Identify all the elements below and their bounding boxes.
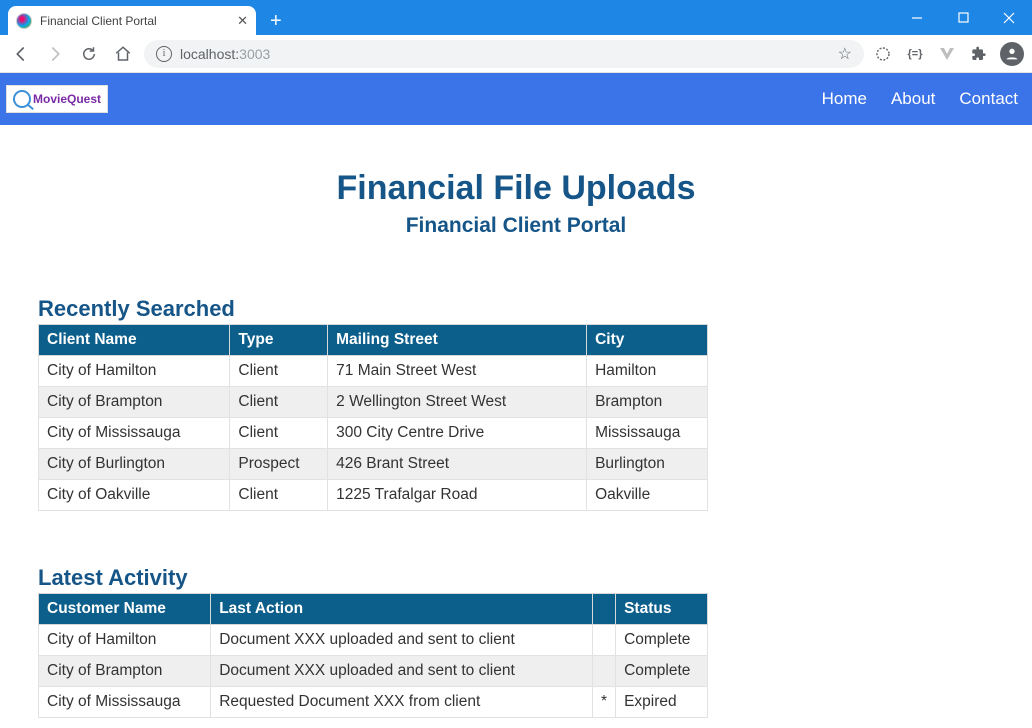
table-cell: 300 City Centre Drive xyxy=(328,418,587,449)
magnifier-icon xyxy=(13,90,31,108)
table-row[interactable]: City of MississaugaClient300 City Centre… xyxy=(39,418,708,449)
extension-v-icon[interactable] xyxy=(936,43,958,65)
table-cell: Mississauga xyxy=(587,418,708,449)
reload-button[interactable] xyxy=(76,41,102,67)
activity-heading: Latest Activity xyxy=(38,565,994,591)
table-row[interactable]: City of OakvilleClient1225 Trafalgar Roa… xyxy=(39,480,708,511)
col-client-name: Client Name xyxy=(39,325,230,356)
col-city: City xyxy=(587,325,708,356)
close-window-button[interactable] xyxy=(986,0,1032,35)
table-cell: City of Brampton xyxy=(39,656,211,687)
close-tab-button[interactable]: ✕ xyxy=(237,13,248,29)
table-cell: Prospect xyxy=(230,449,328,480)
recent-heading: Recently Searched xyxy=(38,296,994,322)
page-title: Financial File Uploads xyxy=(38,169,994,208)
browser-toolbar: i localhost:3003 ☆ {=} xyxy=(0,35,1032,73)
profile-avatar[interactable] xyxy=(1000,42,1024,66)
col-type: Type xyxy=(230,325,328,356)
toolbar-right-icons: {=} xyxy=(872,42,1024,66)
bookmark-star-icon[interactable]: ☆ xyxy=(838,44,852,64)
app-navbar: MovieQuest Home About Contact xyxy=(0,73,1032,125)
table-cell: Client xyxy=(230,356,328,387)
table-cell: Expired xyxy=(616,687,708,718)
tab-strip: Financial Client Portal ✕ + xyxy=(0,0,1032,35)
table-cell: City of Hamilton xyxy=(39,625,211,656)
col-last-action: Last Action xyxy=(211,594,593,625)
table-cell xyxy=(593,625,616,656)
table-row[interactable]: City of BurlingtonProspect426 Brant Stre… xyxy=(39,449,708,480)
nav-links: Home About Contact xyxy=(822,89,1026,109)
page-content: Financial File Uploads Financial Client … xyxy=(0,125,1032,718)
nav-link-about[interactable]: About xyxy=(891,89,935,109)
table-cell: Document XXX uploaded and sent to client xyxy=(211,656,593,687)
table-cell: Oakville xyxy=(587,480,708,511)
nav-link-contact[interactable]: Contact xyxy=(959,89,1018,109)
table-cell: Document XXX uploaded and sent to client xyxy=(211,625,593,656)
table-cell: 426 Brant Street xyxy=(328,449,587,480)
extension-circle-icon[interactable] xyxy=(872,43,894,65)
table-cell: Client xyxy=(230,387,328,418)
table-cell: City of Brampton xyxy=(39,387,230,418)
table-cell: Burlington xyxy=(587,449,708,480)
url-text: localhost:3003 xyxy=(180,46,270,62)
table-cell: 71 Main Street West xyxy=(328,356,587,387)
forward-button[interactable] xyxy=(42,41,68,67)
address-bar[interactable]: i localhost:3003 ☆ xyxy=(144,40,864,68)
table-cell: Requested Document XXX from client xyxy=(211,687,593,718)
table-cell xyxy=(593,656,616,687)
table-cell: * xyxy=(593,687,616,718)
col-status: Status xyxy=(616,594,708,625)
table-cell: Brampton xyxy=(587,387,708,418)
col-flag xyxy=(593,594,616,625)
table-cell: City of Oakville xyxy=(39,480,230,511)
table-cell: Complete xyxy=(616,625,708,656)
table-cell: City of Burlington xyxy=(39,449,230,480)
recent-table: Client Name Type Mailing Street City Cit… xyxy=(38,324,708,511)
minimize-button[interactable] xyxy=(894,0,940,35)
table-cell: City of Mississauga xyxy=(39,687,211,718)
browser-tab[interactable]: Financial Client Portal ✕ xyxy=(8,6,256,35)
table-cell: City of Mississauga xyxy=(39,418,230,449)
table-row[interactable]: City of BramptonDocument XXX uploaded an… xyxy=(39,656,708,687)
table-row[interactable]: City of HamiltonDocument XXX uploaded an… xyxy=(39,625,708,656)
app-logo[interactable]: MovieQuest xyxy=(6,85,108,113)
table-cell: 1225 Trafalgar Road xyxy=(328,480,587,511)
table-cell: Complete xyxy=(616,656,708,687)
table-cell: Client xyxy=(230,418,328,449)
table-row[interactable]: City of BramptonClient2 Wellington Stree… xyxy=(39,387,708,418)
nav-link-home[interactable]: Home xyxy=(822,89,867,109)
col-customer-name: Customer Name xyxy=(39,594,211,625)
new-tab-button[interactable]: + xyxy=(270,11,282,31)
extensions-puzzle-icon[interactable] xyxy=(968,43,990,65)
table-cell: Client xyxy=(230,480,328,511)
window-controls xyxy=(894,0,1032,35)
table-cell: City of Hamilton xyxy=(39,356,230,387)
table-cell: Hamilton xyxy=(587,356,708,387)
table-row[interactable]: City of HamiltonClient71 Main Street Wes… xyxy=(39,356,708,387)
home-button[interactable] xyxy=(110,41,136,67)
favicon-icon xyxy=(16,13,32,29)
extension-braces-icon[interactable]: {=} xyxy=(904,43,926,65)
table-row[interactable]: City of MississaugaRequested Document XX… xyxy=(39,687,708,718)
maximize-button[interactable] xyxy=(940,0,986,35)
back-button[interactable] xyxy=(8,41,34,67)
activity-table: Customer Name Last Action Status City of… xyxy=(38,593,708,718)
table-cell: 2 Wellington Street West xyxy=(328,387,587,418)
page-subtitle: Financial Client Portal xyxy=(38,214,994,238)
tab-title: Financial Client Portal xyxy=(40,14,157,28)
logo-text: MovieQuest xyxy=(33,92,101,106)
site-info-icon[interactable]: i xyxy=(156,46,172,62)
col-mailing-street: Mailing Street xyxy=(328,325,587,356)
